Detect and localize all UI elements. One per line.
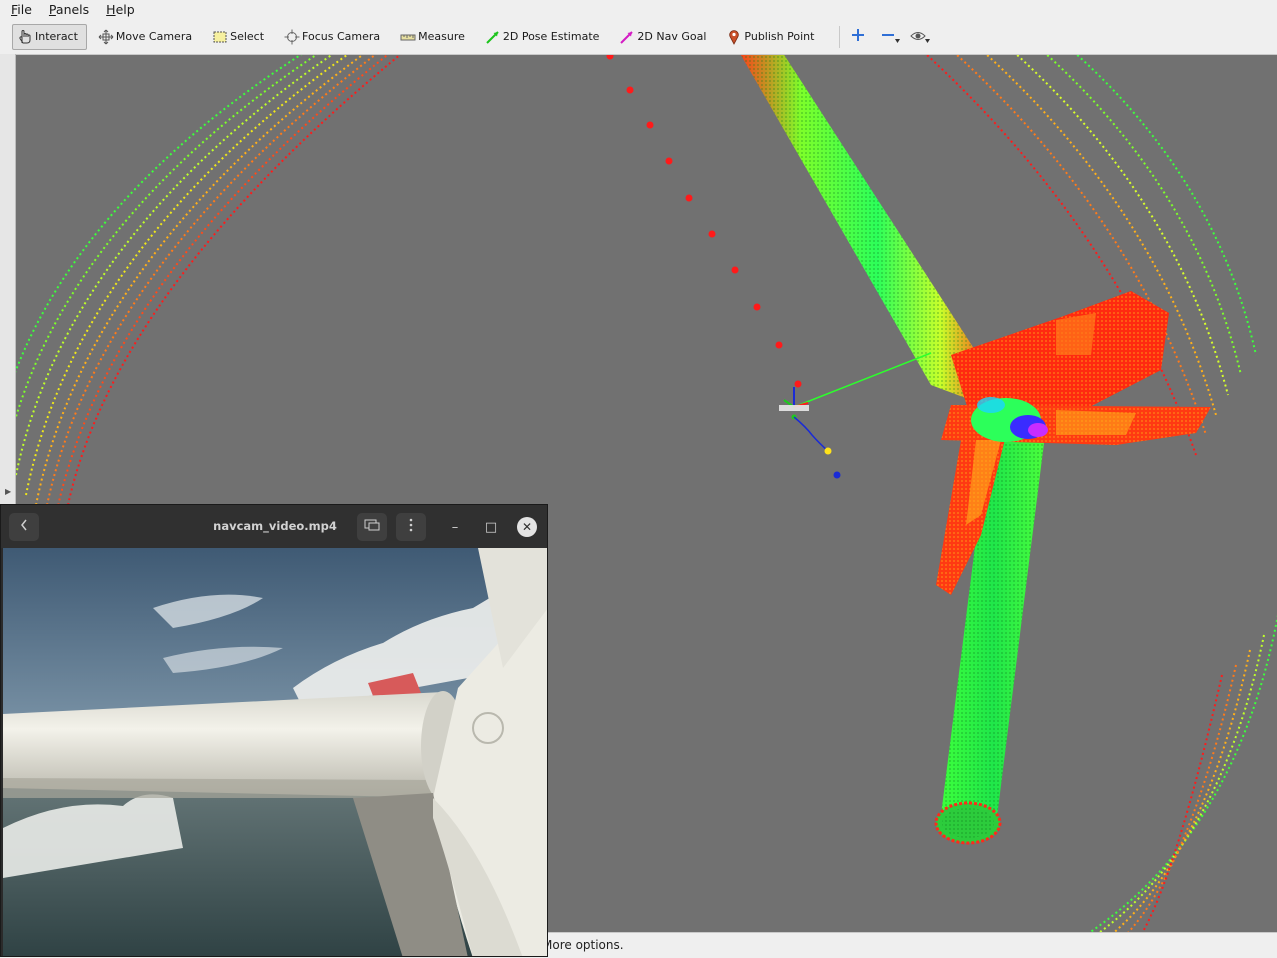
menu-help[interactable]: Help: [95, 0, 141, 19]
focus-camera-button[interactable]: Focus Camera: [279, 24, 389, 50]
pose-estimate-button[interactable]: 2D Pose Estimate: [480, 24, 609, 50]
remove-tool-button[interactable]: [876, 25, 901, 49]
close-icon: ✕: [521, 520, 533, 534]
publish-point-button[interactable]: Publish Point: [721, 24, 823, 50]
hand-pointer-icon: [17, 29, 33, 45]
range-arcs-left: [16, 55, 402, 516]
video-title-bar[interactable]: navcam_video.mp4 – □ ✕: [1, 505, 547, 548]
video-still: [3, 548, 547, 956]
map-pin-icon: [726, 29, 742, 45]
minimize-icon: –: [451, 519, 459, 535]
add-tool-button[interactable]: [846, 25, 870, 49]
toolbar-separator: [839, 25, 841, 48]
blade-upper-pointcloud: [740, 55, 991, 400]
pose-estimate-label: 2D Pose Estimate: [502, 30, 600, 43]
nav-goal-label: 2D Nav Goal: [637, 30, 707, 43]
pip-button[interactable]: [357, 513, 387, 541]
select-box-icon: [212, 29, 228, 45]
magenta-arrow-icon: [619, 29, 635, 45]
chevron-down-icon: [925, 28, 931, 47]
nav-goal-button[interactable]: 2D Nav Goal: [614, 24, 715, 50]
minus-icon: [881, 27, 895, 46]
picture-in-picture-icon: [364, 519, 380, 535]
measure-button[interactable]: Measure: [395, 24, 474, 50]
expand-arrow-icon[interactable]: ▶: [5, 487, 11, 496]
interact-label: Interact: [35, 30, 78, 43]
select-button[interactable]: Select: [207, 24, 273, 50]
drone-tf-frame: [779, 352, 932, 479]
close-button[interactable]: ✕: [517, 517, 537, 537]
maximize-icon: □: [484, 519, 498, 535]
menu-bar: File Panels Help: [0, 0, 1277, 19]
tool-bar: Interact Move Camera Select Focus Camera…: [0, 19, 1277, 55]
status-text: More options.: [542, 938, 624, 952]
video-title: navcam_video.mp4: [213, 519, 337, 533]
green-arrow-icon: [485, 29, 501, 45]
focus-camera-label: Focus Camera: [302, 30, 381, 43]
menu-panels[interactable]: Panels: [38, 0, 95, 19]
video-frame[interactable]: [3, 548, 547, 956]
maximize-button[interactable]: □: [481, 517, 501, 537]
publish-point-label: Publish Point: [744, 30, 815, 43]
view-button[interactable]: [906, 25, 931, 49]
measure-label: Measure: [418, 30, 465, 43]
move-camera-label: Move Camera: [115, 30, 193, 43]
minimize-button[interactable]: –: [445, 517, 465, 537]
eye-icon: [910, 27, 927, 46]
kebab-menu-icon: [409, 518, 413, 536]
chevron-down-icon: [895, 28, 901, 47]
menu-button[interactable]: [396, 513, 426, 541]
select-label: Select: [230, 30, 265, 43]
crosshair-icon: [284, 29, 300, 45]
ruler-icon: [400, 29, 416, 45]
video-player-window[interactable]: navcam_video.mp4 – □ ✕: [0, 504, 548, 957]
plus-icon: [851, 27, 865, 46]
move-camera-button[interactable]: Move Camera: [93, 24, 201, 50]
move-arrows-icon: [98, 29, 114, 45]
menu-file[interactable]: File: [0, 0, 38, 19]
interact-tool-button[interactable]: Interact: [12, 23, 87, 50]
